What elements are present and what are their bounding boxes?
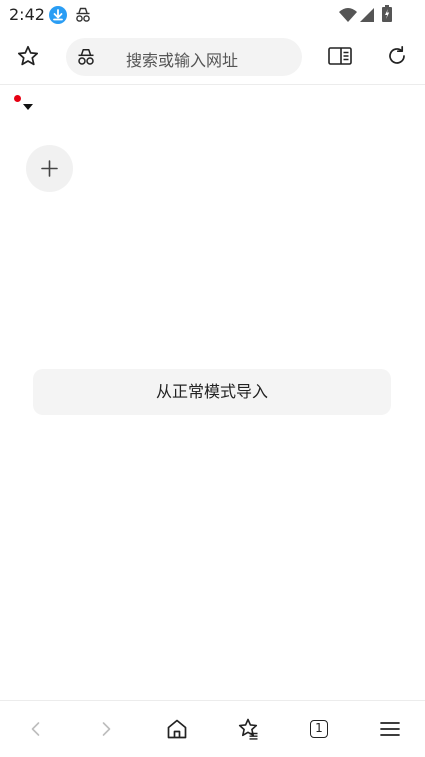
address-placeholder: 搜索或输入网址 <box>126 51 239 70</box>
incognito-icon <box>77 48 95 66</box>
reader-mode-icon[interactable] <box>328 45 352 67</box>
tabs-icon[interactable]: 1 <box>307 717 331 741</box>
address-bar[interactable]: 搜索或输入网址 <box>66 38 302 76</box>
dropdown-caret-icon <box>23 104 33 110</box>
add-shortcut-button[interactable] <box>26 145 73 192</box>
reload-icon[interactable] <box>385 44 409 68</box>
import-from-normal-mode-button[interactable]: 从正常模式导入 <box>33 369 391 415</box>
signal-icon <box>360 7 374 22</box>
bottom-navigation: 1 <box>0 700 425 757</box>
import-button-label: 从正常模式导入 <box>155 382 268 401</box>
star-icon[interactable] <box>16 44 40 68</box>
notification-dot <box>14 95 21 102</box>
battery-icon <box>382 5 392 22</box>
bookmarks-icon[interactable] <box>236 717 260 741</box>
home-icon[interactable] <box>165 717 189 741</box>
wifi-icon <box>339 7 357 23</box>
status-bar: 2:42 <box>0 0 425 30</box>
back-icon[interactable] <box>24 717 48 741</box>
dropdown-toggle[interactable] <box>12 94 36 114</box>
incognito-status-icon <box>75 7 91 23</box>
download-icon <box>49 6 67 24</box>
forward-icon[interactable] <box>94 717 118 741</box>
menu-icon[interactable] <box>378 717 402 741</box>
status-time: 2:42 <box>9 5 45 24</box>
plus-icon <box>41 160 58 177</box>
tab-count: 1 <box>310 720 328 738</box>
browser-toolbar: 搜索或输入网址 <box>0 34 425 85</box>
